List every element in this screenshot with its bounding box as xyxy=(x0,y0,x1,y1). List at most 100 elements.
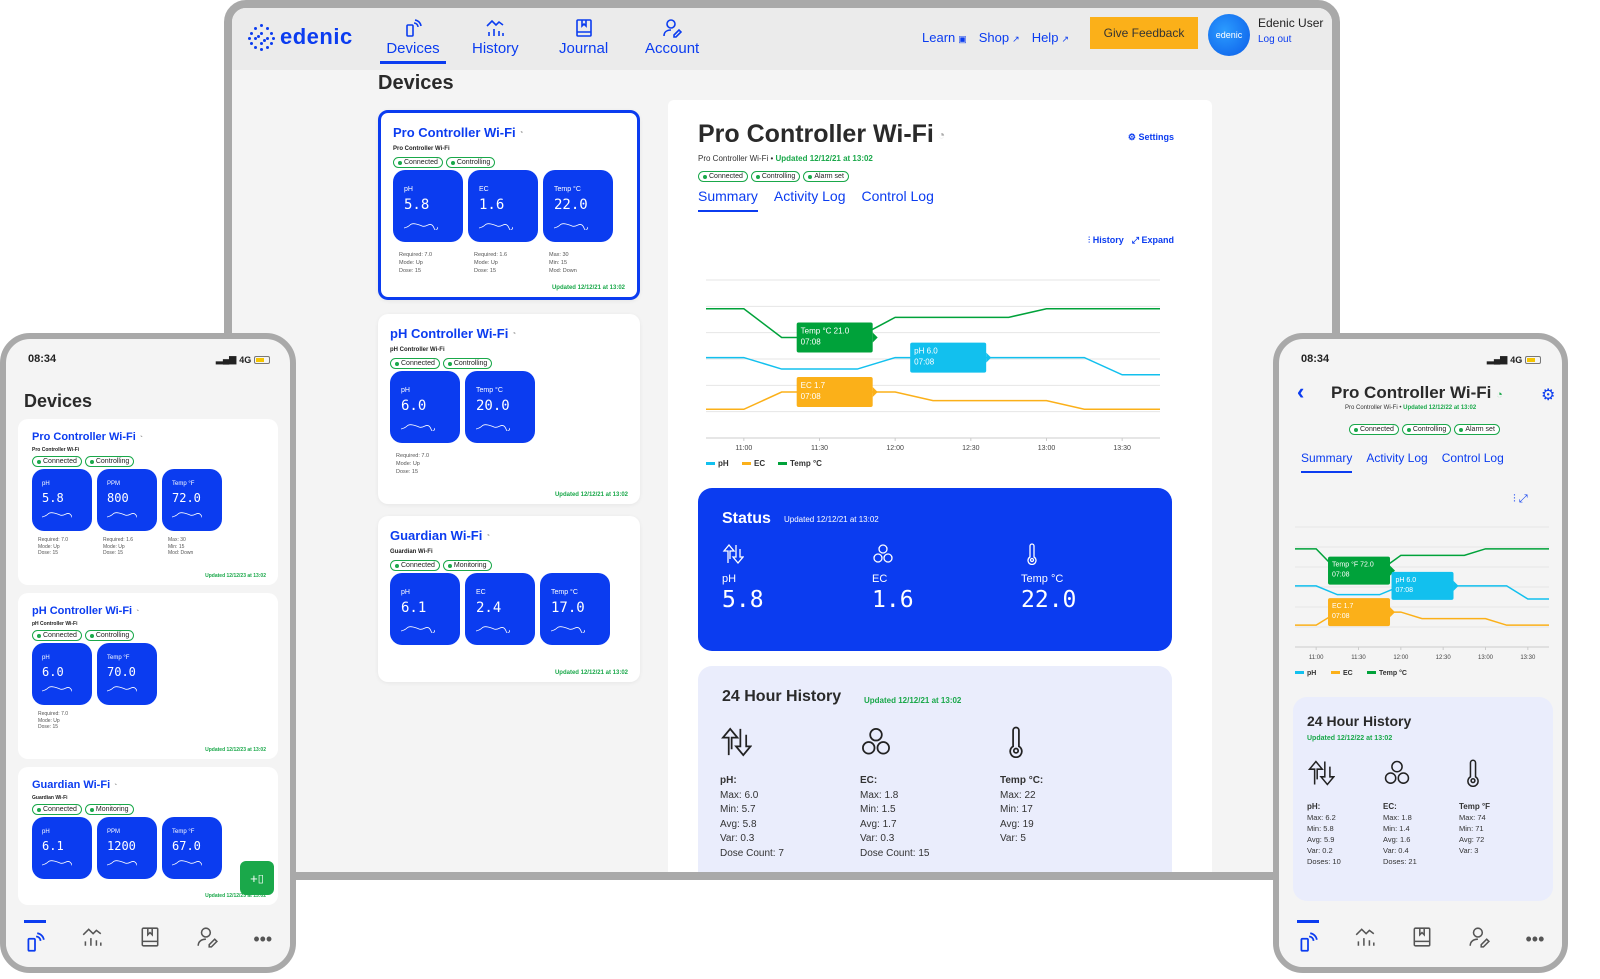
reading-tile[interactable]: pH 6.1 xyxy=(390,573,460,645)
reading-tile[interactable]: pH 5.8 xyxy=(393,170,463,242)
badge-monitoring: Monitoring xyxy=(84,804,134,815)
tab-summary[interactable]: Summary xyxy=(1301,451,1353,473)
tab-devices[interactable] xyxy=(23,920,46,958)
reading-tile[interactable]: Temp °C 17.0 xyxy=(540,573,610,645)
give-feedback-button[interactable]: Give Feedback xyxy=(1090,17,1198,49)
tab-journal[interactable] xyxy=(139,926,161,953)
tab-history[interactable] xyxy=(1354,926,1376,953)
device-title: Pro Controller Wi-Fi ◔ xyxy=(698,120,946,148)
tab-journal[interactable] xyxy=(1411,926,1433,953)
avatar[interactable]: edenic xyxy=(1208,14,1250,56)
expand-button[interactable]: ⤢ Expand xyxy=(1132,235,1174,246)
reading-tile[interactable]: Temp °F 72.0 xyxy=(162,469,222,531)
reading-tile[interactable]: Temp °C 20.0 xyxy=(465,371,535,443)
device-subtitle: Pro Controller Wi-Fi • Updated 12/12/21 … xyxy=(698,154,873,163)
tab-summary[interactable]: Summary xyxy=(698,188,758,212)
reading-tile[interactable]: Temp °F 67.0 xyxy=(162,817,222,879)
more-icon[interactable]: ••• xyxy=(253,929,272,950)
reading-tile[interactable]: pH 6.1 xyxy=(32,817,92,879)
status-dot-icon xyxy=(447,361,452,366)
reading-tile[interactable]: Temp °C 22.0 xyxy=(543,170,613,242)
reading-tile[interactable]: PPM 800 xyxy=(97,469,157,531)
tab-control-log[interactable]: Control Log xyxy=(862,188,934,212)
tooltip-tempc: Temp °C 21.0 07:08 xyxy=(796,322,878,353)
legend-label: Temp °C xyxy=(1379,669,1407,677)
reading-tile[interactable]: EC 2.4 xyxy=(465,573,535,645)
back-button[interactable]: ‹ xyxy=(1297,379,1304,405)
settings-gear-icon[interactable]: ⚙ xyxy=(1541,385,1555,405)
journal-icon xyxy=(1413,926,1431,947)
updated-time: Updated 12/12/21 at 13:02 xyxy=(554,492,628,498)
svg-text:Temp °F 72.0: Temp °F 72.0 xyxy=(1332,561,1374,569)
history-column: Temp °F Max: 74 Min: 71 Avg: 72 Var: 3 xyxy=(1459,759,1490,856)
tab-devices[interactable] xyxy=(1296,920,1319,958)
device-card[interactable]: pH Controller Wi-Fi ◔ pH Controller Wi-Fi C… xyxy=(18,593,278,759)
thermometer-icon xyxy=(1027,543,1037,566)
reading-tile[interactable]: pH 5.8 xyxy=(32,469,92,531)
history-icon[interactable]: ⫶ xyxy=(1513,493,1516,505)
settings-button[interactable]: ⚙ Settings xyxy=(1128,132,1174,143)
tab-account[interactable] xyxy=(196,926,218,953)
device-card[interactable]: Guardian Wi-Fi ◔ Guardian Wi-Fi Connected Mo… xyxy=(378,516,640,682)
status-dot-icon xyxy=(89,807,94,812)
reading-tile[interactable]: EC 1.6 xyxy=(468,170,538,242)
reading-tile[interactable]: pH 6.0 xyxy=(390,371,460,443)
page-title: Devices xyxy=(378,72,454,94)
updated-time: Updated 12/12/23 at 13:02 xyxy=(205,573,266,579)
device-subtitle: Pro Controller Wi-Fi • Updated 12/12/22 … xyxy=(1345,405,1477,411)
reading-tile[interactable]: PPM 1200 xyxy=(97,817,157,879)
learn-link[interactable]: Learn ▣ xyxy=(922,30,967,45)
logo-dots-icon xyxy=(248,24,275,51)
nav-account[interactable]: Account xyxy=(645,18,699,57)
device-name[interactable]: Pro Controller Wi-Fi ◔ xyxy=(32,431,264,443)
reading-notes: Required: 7.0 Mode: Up Dose: 15 xyxy=(38,711,69,730)
status-badges: Connected Monitoring xyxy=(390,560,628,571)
updated-time: Updated 12/12/21 at 13:02 xyxy=(554,670,628,676)
legend-swatch xyxy=(1367,671,1376,674)
tab-activity-log[interactable]: Activity Log xyxy=(774,188,846,212)
nav-journal[interactable]: Journal xyxy=(559,18,608,57)
history-button[interactable]: ⫶ History xyxy=(1088,235,1124,246)
account-icon xyxy=(1469,926,1491,948)
device-name[interactable]: Guardian Wi-Fi ◔ xyxy=(390,528,628,543)
device-name[interactable]: pH Controller Wi-Fi ◔ xyxy=(32,605,264,617)
expand-icon: ⤢ xyxy=(1131,235,1139,245)
device-card[interactable]: Pro Controller Wi-Fi ◔ Pro Controller Wi-F… xyxy=(18,419,278,585)
logout-link[interactable]: Log out xyxy=(1258,34,1291,45)
legend-label: EC xyxy=(1343,670,1353,677)
updated-time: Updated 12/12/23 at 13:02 xyxy=(205,747,266,753)
device-title: Pro Controller Wi-Fi ◔ xyxy=(1331,383,1503,402)
sparkline-icon xyxy=(476,424,510,431)
expand-icon[interactable]: ⤢ xyxy=(1519,493,1528,505)
legend-label: pH xyxy=(1307,670,1316,677)
sparkline-icon xyxy=(476,626,510,633)
svg-text:Temp °C 21.0: Temp °C 21.0 xyxy=(801,326,850,335)
tab-account[interactable] xyxy=(1468,926,1491,953)
device-detail-panel: Pro Controller Wi-Fi ◔ ⚙ Settings Pro Co… xyxy=(668,100,1212,872)
reading-tile[interactable]: Temp °F 70.0 xyxy=(97,643,157,705)
more-icon[interactable]: ••• xyxy=(1525,929,1544,950)
device-card[interactable]: Pro Controller Wi-Fi ◔ Pro Controller Wi-F… xyxy=(378,110,640,300)
nav-history[interactable]: History xyxy=(472,18,519,57)
reading-tile[interactable]: pH 6.0 xyxy=(32,643,92,705)
device-name[interactable]: Pro Controller Wi-Fi ◔ xyxy=(393,125,625,140)
device-card[interactable]: pH Controller Wi-Fi ◔ pH Controller Wi-Fi C… xyxy=(378,314,640,504)
ph-arrows-icon xyxy=(722,543,745,565)
badge-controlling: Controlling xyxy=(445,157,496,168)
shop-link[interactable]: Shop ↗ xyxy=(979,30,1020,45)
device-name[interactable]: Guardian Wi-Fi ◔ xyxy=(32,779,264,791)
nav-devices[interactable]: Devices xyxy=(380,18,446,64)
add-device-button[interactable]: + ▯ xyxy=(240,861,274,895)
device-card[interactable]: Guardian Wi-Fi ◔ Guardian Wi-Fi Connected Mo… xyxy=(18,767,278,905)
device-name[interactable]: pH Controller Wi-Fi ◔ xyxy=(390,326,628,341)
ph-arrows-icon xyxy=(721,727,753,757)
status-badges: Connected Controlling xyxy=(390,358,628,369)
edenic-logo[interactable]: edenic xyxy=(248,24,353,51)
battery-icon xyxy=(1525,355,1542,364)
tab-control-log[interactable]: Control Log xyxy=(1442,451,1504,473)
tab-history[interactable] xyxy=(81,926,103,953)
status-badges: Connected Controlling xyxy=(32,456,264,467)
history-updated: Updated 12/12/22 at 13:02 xyxy=(1307,735,1393,742)
help-link[interactable]: Help ↗ xyxy=(1032,30,1069,45)
tab-activity-log[interactable]: Activity Log xyxy=(1366,451,1427,473)
